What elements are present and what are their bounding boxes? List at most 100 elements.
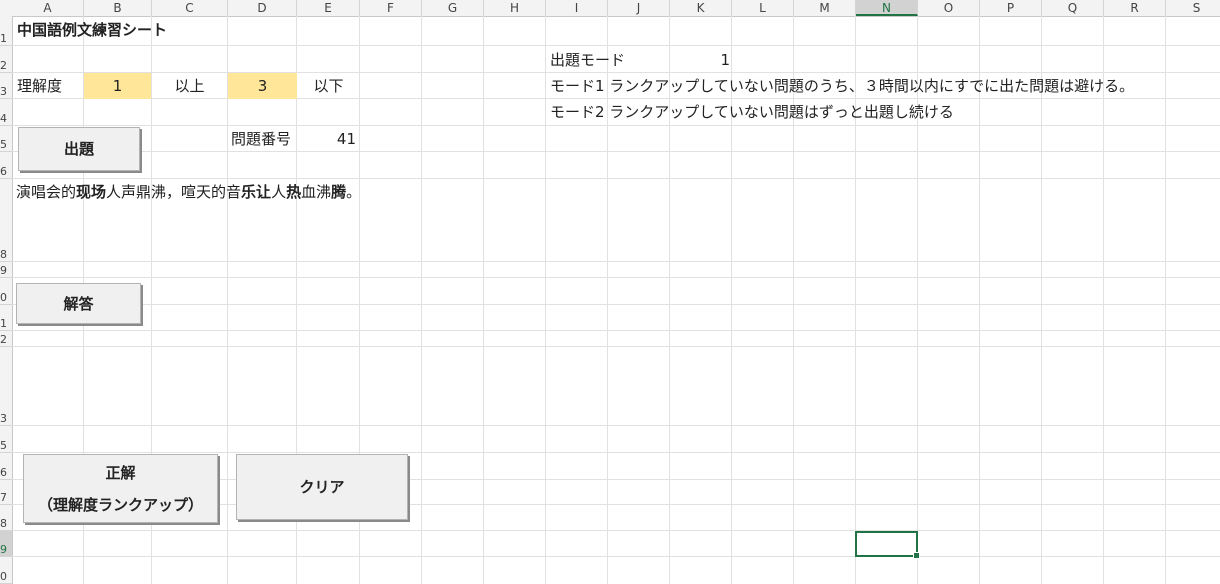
mode-value[interactable]: 1 — [672, 47, 730, 73]
row-header[interactable]: 8 — [0, 179, 12, 262]
row-header-label: 9 — [0, 264, 7, 277]
row-header[interactable]: 2 — [0, 46, 12, 73]
row-header-label: 6 — [0, 165, 7, 178]
row-header[interactable]: 9 — [0, 262, 12, 278]
grid-line-vertical — [545, 16, 546, 584]
grid-line-horizontal — [12, 346, 1220, 347]
mode2-description: モード2 ランクアップしていない問題はずっと出題し続ける — [550, 103, 954, 121]
above-label: 以上 — [174, 77, 205, 95]
grid-line-horizontal — [12, 45, 1220, 46]
column-header-f[interactable]: F — [360, 0, 422, 16]
row-header[interactable]: 6 — [0, 152, 12, 179]
grid-line-horizontal — [12, 178, 1220, 179]
row-header[interactable]: 2 — [0, 331, 12, 347]
row-header-label: 1 — [0, 32, 7, 45]
row-header[interactable]: 0 — [0, 557, 12, 584]
grid-line-horizontal — [12, 151, 1220, 152]
row-header[interactable]: 5 — [0, 126, 12, 152]
grid-line-vertical — [483, 16, 484, 584]
row-header-label: 0 — [0, 570, 7, 583]
sentence-segment: 演唱会的 — [16, 183, 77, 201]
question-number-value[interactable]: 41 — [300, 126, 356, 152]
row-header[interactable]: 1 — [0, 305, 12, 331]
row-header[interactable]: 9 — [0, 531, 12, 557]
row-header[interactable]: 3 — [0, 73, 12, 99]
grid-line-vertical — [1041, 16, 1042, 584]
understanding-min-value: 1 — [112, 77, 123, 95]
understanding-label: 理解度 — [17, 77, 63, 95]
sentence-segment: 人声鼎沸，喧天的音 — [106, 183, 242, 201]
column-header-q[interactable]: Q — [1042, 0, 1104, 16]
sentence-segment: 血沸 — [301, 183, 332, 201]
column-header-b[interactable]: B — [84, 0, 152, 16]
row-header[interactable]: 0 — [0, 278, 12, 305]
row-header-label: 1 — [0, 317, 7, 330]
column-header-e[interactable]: E — [297, 0, 360, 16]
column-header-l[interactable]: L — [732, 0, 794, 16]
column-header-s[interactable]: S — [1166, 0, 1220, 16]
row-header[interactable]: 6 — [0, 453, 12, 480]
column-header-o[interactable]: O — [918, 0, 980, 16]
row-header[interactable]: 8 — [0, 505, 12, 531]
question-button[interactable]: 出題 — [18, 127, 140, 171]
row-header-label: 5 — [0, 439, 7, 452]
row-header[interactable]: 5 — [0, 426, 12, 453]
column-header-i[interactable]: I — [546, 0, 608, 16]
row-header-label: 4 — [0, 112, 7, 125]
answer-button[interactable]: 解答 — [16, 283, 141, 324]
column-header-c[interactable]: C — [152, 0, 228, 16]
column-header-n[interactable]: N — [856, 0, 918, 16]
row-header[interactable]: 3 — [0, 347, 12, 426]
grid-line-horizontal — [12, 125, 1220, 126]
row-header[interactable]: 7 — [0, 480, 12, 505]
correct-rankup-button[interactable]: 正解 （理解度ランクアップ） — [23, 454, 218, 523]
answer-button-label: 解答 — [63, 294, 94, 313]
grid-line-horizontal — [12, 556, 1220, 557]
active-cell-selection[interactable] — [855, 531, 920, 559]
grid-line-horizontal — [12, 452, 1220, 453]
clear-button[interactable]: クリア — [236, 454, 408, 520]
column-header-r[interactable]: R — [1104, 0, 1166, 16]
row-header-label: 3 — [0, 412, 7, 425]
grid-line-vertical — [1103, 16, 1104, 584]
column-header-j[interactable]: J — [608, 0, 670, 16]
column-header-h[interactable]: H — [484, 0, 546, 16]
column-header-p[interactable]: P — [980, 0, 1042, 16]
mode1-description: モード1 ランクアップしていない問題のうち、３時間以内にすでに出た問題は避ける。 — [550, 77, 1135, 95]
row-header-label: 7 — [0, 491, 7, 504]
grid-line-horizontal — [12, 530, 1220, 531]
column-header-a[interactable]: A — [12, 0, 84, 16]
row-header-label: 2 — [0, 333, 7, 346]
question-number-label: 問題番号 — [231, 130, 292, 148]
sheet-title: 中国語例文練習シート — [17, 21, 168, 39]
column-header-m[interactable]: M — [794, 0, 856, 16]
question-button-label: 出題 — [63, 140, 94, 158]
spreadsheet: ABCDEFGHIJKLMNOPQRS 1 2 3 4 5 6 8 9 0 1 2 3 5 6 7 8 9 0 中… — [0, 0, 1220, 584]
row-header-label: 5 — [0, 138, 7, 151]
below-label: 以下 — [313, 77, 344, 95]
grid-line-horizontal — [12, 304, 1220, 305]
row-header-label: 8 — [0, 248, 7, 261]
sentence-segment: 热 — [286, 183, 302, 201]
grid-line-vertical — [979, 16, 980, 584]
grid-line-horizontal — [12, 277, 1220, 278]
column-header-d[interactable]: D — [228, 0, 297, 16]
column-header-g[interactable]: G — [422, 0, 484, 16]
correct-button-label-line1: 正解 — [105, 463, 136, 482]
sentence-segment: 乐让 — [241, 183, 272, 201]
row-header-label: 9 — [0, 543, 7, 556]
row-header[interactable]: 4 — [0, 99, 12, 126]
row-header-label: 3 — [0, 85, 7, 98]
grid-line-vertical — [421, 16, 422, 584]
row-header-label: 2 — [0, 59, 7, 72]
sentence-segment: 人 — [271, 183, 287, 201]
grid-line-horizontal — [12, 330, 1220, 331]
column-header-k[interactable]: K — [670, 0, 732, 16]
grid-line-vertical — [1165, 16, 1166, 584]
row-header-label: 0 — [0, 291, 7, 304]
row-header[interactable]: 1 — [0, 16, 12, 46]
clear-button-label: クリア — [299, 478, 345, 496]
correct-button-label-line2: （理解度ランクアップ） — [37, 495, 203, 514]
row-header-label: 8 — [0, 517, 7, 530]
sentence-segment: 。 — [346, 183, 362, 201]
